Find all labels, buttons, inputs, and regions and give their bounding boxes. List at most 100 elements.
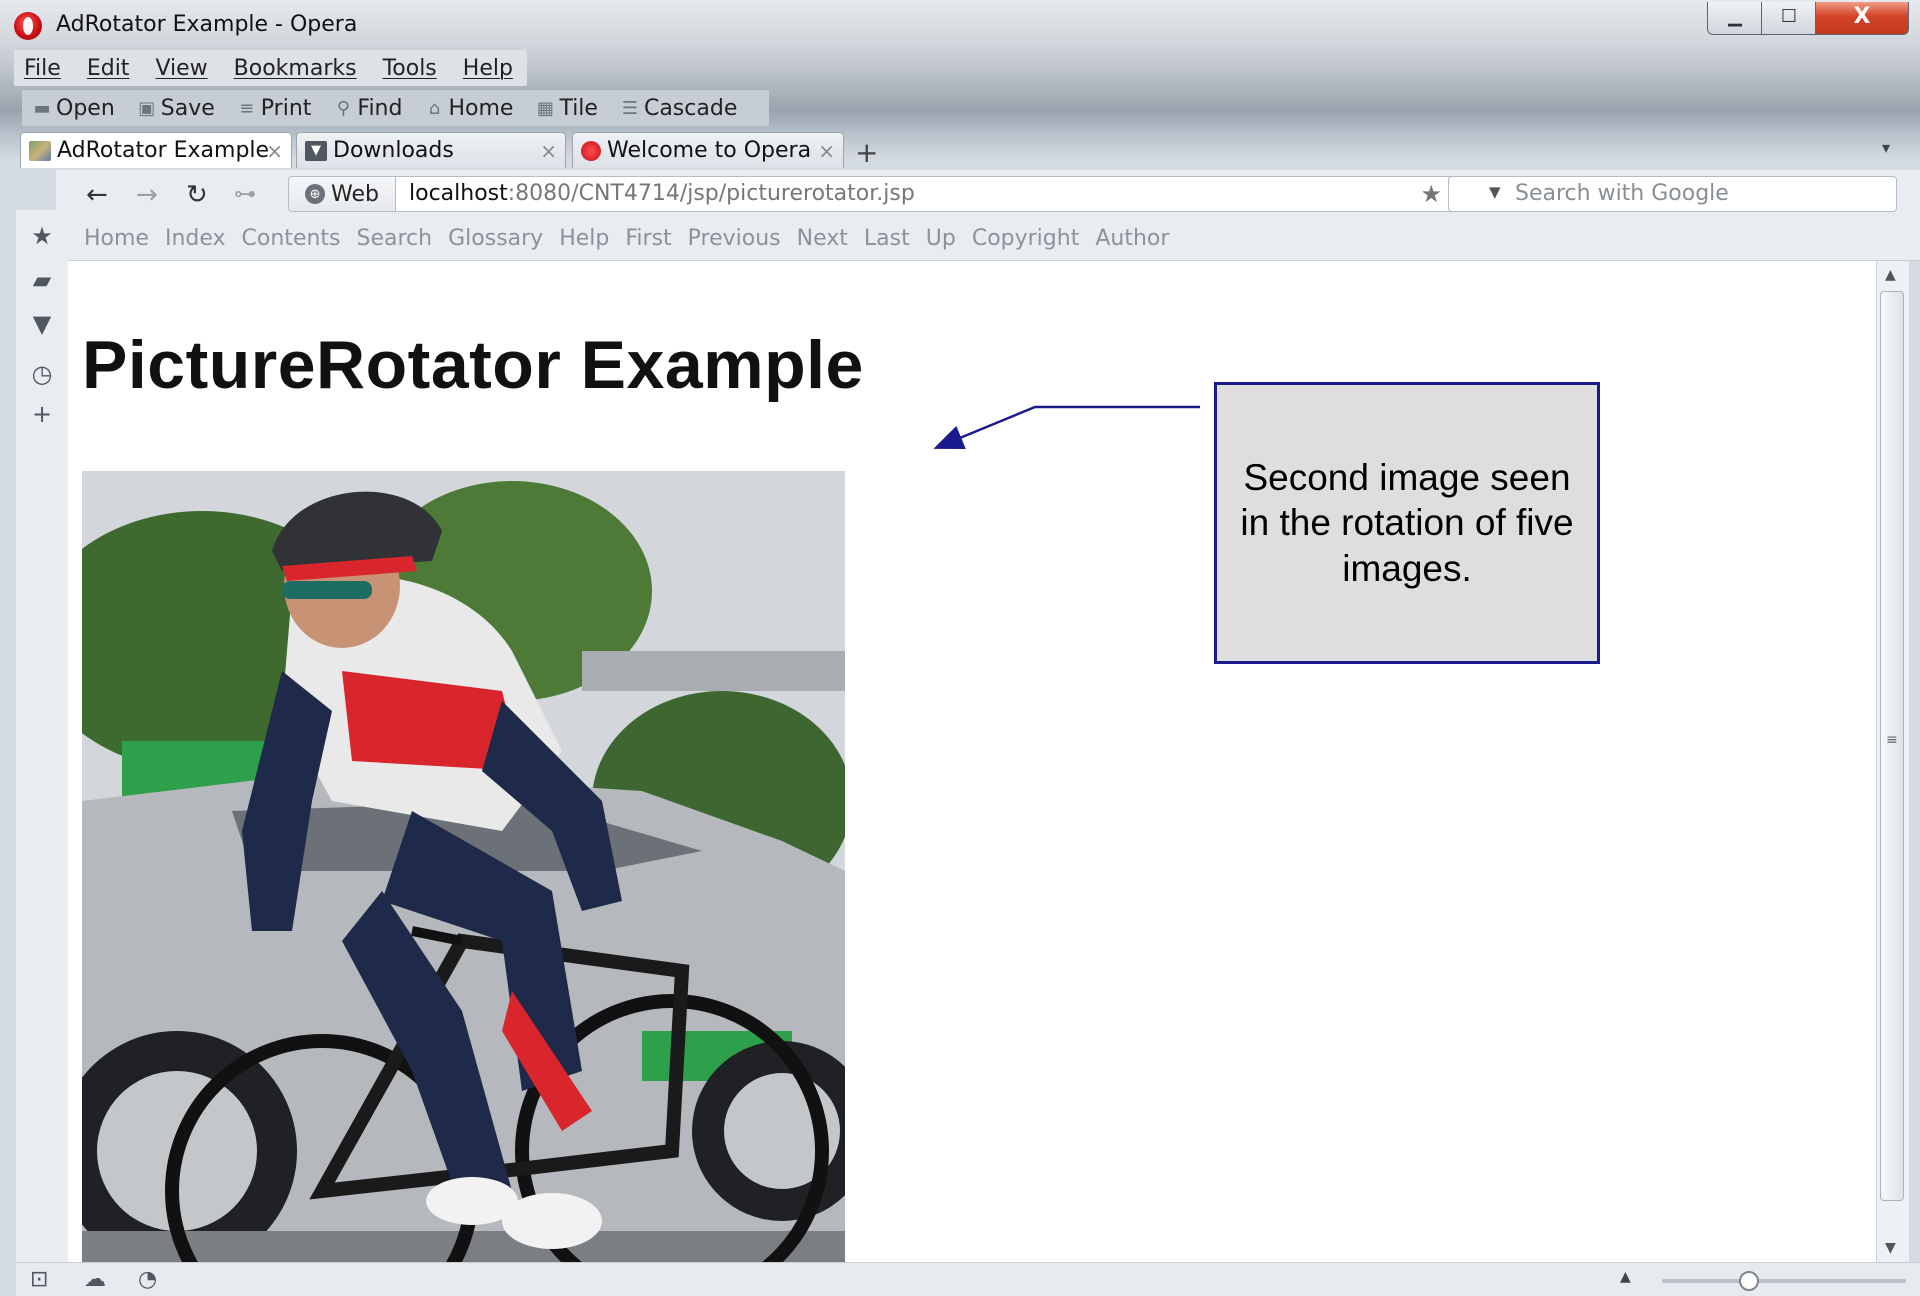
forward-arrow-icon[interactable]: → <box>136 180 158 210</box>
cascade-label: Cascade <box>643 95 738 121</box>
find-icon: ⚲ <box>336 97 350 119</box>
search-field[interactable]: ▼ Search with Google <box>1448 176 1897 212</box>
open-button[interactable]: ▬ Open <box>32 95 115 121</box>
nav-home[interactable]: Home <box>84 226 149 251</box>
menu-bar: File Edit View Bookmarks Tools Help <box>14 50 527 86</box>
url-field[interactable]: ⊕ Web localhost:8080/CNT4714/jsp/picture… <box>288 176 1457 212</box>
nav-copyright[interactable]: Copyright <box>972 226 1080 251</box>
folder-icon: ▬ <box>33 97 51 119</box>
callout-text: Second image seen in the rotation of fiv… <box>1240 457 1574 589</box>
menu-bookmarks[interactable]: Bookmarks <box>234 56 357 81</box>
navigation-bar: Home Index Contents Search Glossary Help… <box>68 222 1920 261</box>
save-button[interactable]: ▣ Save <box>137 96 215 121</box>
tab-label: Downloads <box>333 138 454 163</box>
cascade-button[interactable]: ☰ Cascade <box>620 96 737 121</box>
main-toolbar: ▬ Open ▣ Save ≡ Print ⚲ Find ⌂ Home ▦ Ti… <box>22 90 770 126</box>
page-heading: PictureRotator Example <box>82 327 864 403</box>
nav-previous[interactable]: Previous <box>688 226 781 251</box>
cyclist-photo <box>82 471 845 1262</box>
print-label: Print <box>260 95 312 121</box>
opera-logo-icon <box>14 12 42 40</box>
tab-menu-chevron-icon[interactable]: ▾ <box>1882 138 1890 157</box>
menu-tools[interactable]: Tools <box>383 56 437 81</box>
url-path: :8080/CNT4714/jsp/picturerotator.jsp <box>507 181 915 206</box>
tile-button[interactable]: ▦ Tile <box>535 96 598 121</box>
opera-icon <box>581 140 601 161</box>
browser-window: AdRotator Example - Opera ▁ ☐ X File Edi… <box>0 0 1920 1296</box>
menu-edit[interactable]: Edit <box>87 56 130 81</box>
opera-unite-cloud-icon[interactable]: ☁ <box>84 1267 106 1292</box>
close-button[interactable]: X <box>1815 2 1909 35</box>
search-engine-dropdown-icon[interactable]: ▼ <box>1489 183 1501 201</box>
scroll-up-arrow-icon[interactable]: ▲ <box>1885 267 1896 283</box>
new-tab-icon[interactable]: + <box>855 136 878 169</box>
tile-label: Tile <box>559 95 598 121</box>
nav-next[interactable]: Next <box>797 226 848 251</box>
nav-glossary[interactable]: Glossary <box>448 226 543 251</box>
web-badge[interactable]: ⊕ Web <box>289 177 396 211</box>
close-tab-icon[interactable]: × <box>540 139 557 163</box>
tab-bar: AdRotator Example × ▼ Downloads × Welcom… <box>0 130 1920 169</box>
vertical-scrollbar[interactable]: ▲ ≡ ▼ <box>1876 261 1909 1262</box>
zoom-slider-knob[interactable] <box>1739 1271 1760 1291</box>
history-clock-icon[interactable]: ◷ <box>28 360 56 388</box>
minimize-button[interactable]: ▁ <box>1707 2 1763 35</box>
find-button[interactable]: ⚲ Find <box>333 96 403 121</box>
nav-index[interactable]: Index <box>165 226 226 251</box>
nav-last[interactable]: Last <box>864 226 910 251</box>
open-label: Open <box>56 95 115 121</box>
back-arrow-icon[interactable]: ← <box>86 180 108 210</box>
address-bar: ← → ↻ ⊶ ⊕ Web localhost:8080/CNT4714/jsp… <box>56 170 1920 222</box>
wand-key-icon[interactable]: ⊶ <box>234 182 256 207</box>
add-panel-icon[interactable]: + <box>28 400 56 428</box>
home-button[interactable]: ⌂ Home <box>424 95 514 121</box>
maximize-button[interactable]: ☐ <box>1761 2 1817 35</box>
nav-first[interactable]: First <box>625 226 671 251</box>
tile-icon: ▦ <box>536 97 554 119</box>
scroll-down-arrow-icon[interactable]: ▼ <box>1885 1240 1896 1256</box>
nav-up[interactable]: Up <box>926 226 956 251</box>
close-tab-icon[interactable]: × <box>818 139 835 163</box>
notes-icon[interactable]: ▰ <box>28 266 56 294</box>
bookmark-star-icon[interactable]: ★ <box>1420 180 1442 208</box>
menu-help[interactable]: Help <box>463 56 513 81</box>
bookmarks-star-icon[interactable]: ★ <box>28 222 56 250</box>
zoom-menu-icon[interactable]: ▲ <box>1620 1269 1631 1285</box>
tab-welcome-to-opera[interactable]: Welcome to Opera × <box>572 132 844 168</box>
scroll-grip-icon: ≡ <box>1886 732 1898 748</box>
page-favicon-icon <box>29 140 51 161</box>
tab-label: AdRotator Example <box>57 138 270 163</box>
downloads-panel-icon[interactable]: ▼ <box>28 310 56 338</box>
tab-downloads[interactable]: ▼ Downloads × <box>296 132 566 168</box>
nav-help[interactable]: Help <box>559 226 609 251</box>
callout-box: Second image seen in the rotation of fiv… <box>1214 382 1600 664</box>
reload-icon[interactable]: ↻ <box>186 180 208 210</box>
save-label: Save <box>160 95 215 121</box>
tab-label: Welcome to Opera <box>607 138 812 163</box>
window-title: AdRotator Example - Opera <box>56 12 358 37</box>
nav-author[interactable]: Author <box>1095 226 1169 251</box>
title-bar: AdRotator Example - Opera ▁ ☐ X <box>0 0 1920 50</box>
downloads-icon: ▼ <box>305 140 327 161</box>
status-bar: ⊡ ☁ ◔ ▲ <box>16 1262 1920 1296</box>
turbo-speedometer-icon[interactable]: ◔ <box>138 1267 157 1292</box>
home-icon: ⌂ <box>428 97 441 119</box>
url-text[interactable]: localhost:8080/CNT4714/jsp/picturerotato… <box>409 181 915 206</box>
web-label: Web <box>331 181 379 207</box>
search-placeholder: Search with Google <box>1515 181 1729 206</box>
cascade-icon: ☰ <box>621 97 639 119</box>
print-button[interactable]: ≡ Print <box>237 95 312 121</box>
rotator-image <box>82 471 845 1262</box>
tab-adrotator-example[interactable]: AdRotator Example × <box>20 132 292 168</box>
menu-view[interactable]: View <box>155 56 207 81</box>
menu-file[interactable]: File <box>24 56 61 81</box>
panel-toggle-icon[interactable]: ⊡ <box>30 1267 48 1292</box>
scroll-thumb[interactable]: ≡ <box>1880 291 1904 1201</box>
zoom-slider[interactable] <box>1662 1271 1906 1291</box>
nav-contents[interactable]: Contents <box>242 226 341 251</box>
url-host: localhost <box>409 181 508 206</box>
home-label: Home <box>448 95 514 121</box>
page-viewport: PictureRotator Example <box>68 261 1876 1262</box>
close-tab-icon[interactable]: × <box>266 139 283 163</box>
nav-search[interactable]: Search <box>357 226 433 251</box>
